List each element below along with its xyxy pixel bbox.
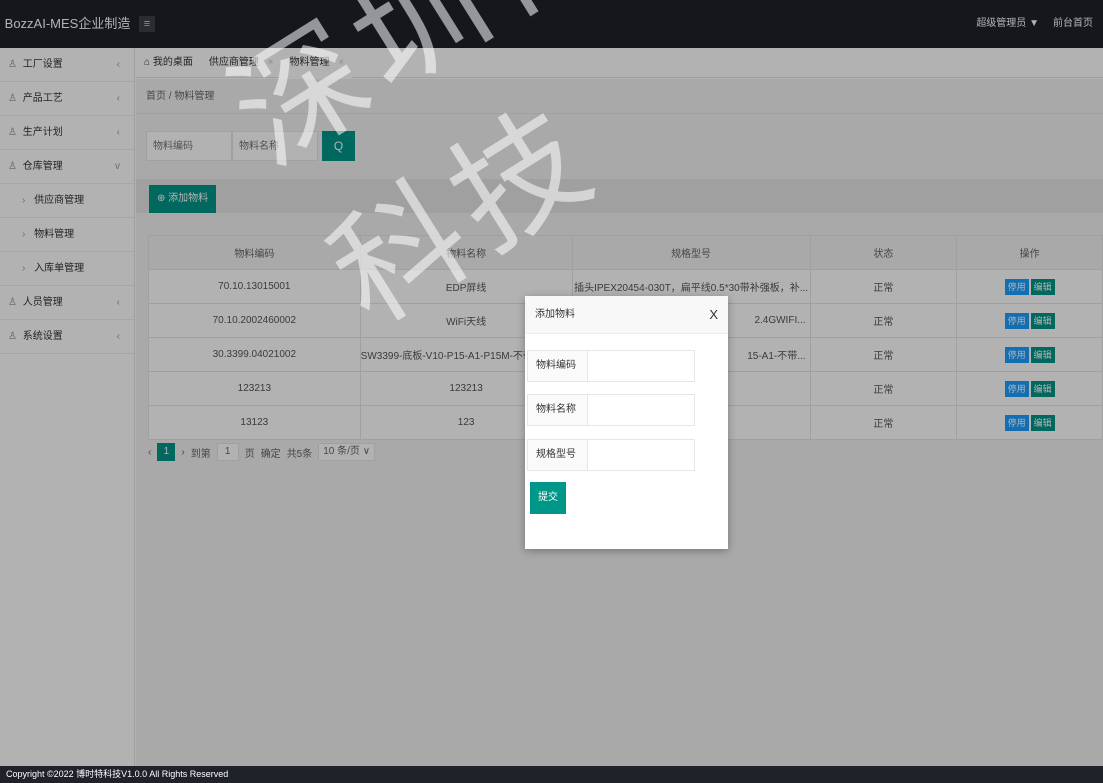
dialog-header: 添加物料 X: [525, 296, 728, 334]
spec-model-field[interactable]: [587, 439, 695, 471]
form-label: 物料名称: [536, 404, 576, 415]
form-row-material-name: 物料名称: [525, 394, 728, 426]
submit-button[interactable]: 提交: [530, 482, 566, 514]
form-label: 物料编码: [536, 360, 576, 371]
close-icon[interactable]: X: [709, 296, 718, 334]
material-code-field[interactable]: [587, 350, 695, 382]
form-row-material-code: 物料编码: [525, 350, 728, 382]
material-name-field[interactable]: [587, 394, 695, 426]
dialog-title: 添加物料: [535, 309, 575, 320]
add-material-dialog: 添加物料 X 物料编码 物料名称 规格型号 提交: [525, 296, 728, 549]
footer: Copyright ©2022 博时特科技V1.0.0 All Rights R…: [0, 766, 1103, 783]
form-row-spec-model: 规格型号: [525, 439, 728, 471]
form-label: 规格型号: [536, 449, 576, 460]
